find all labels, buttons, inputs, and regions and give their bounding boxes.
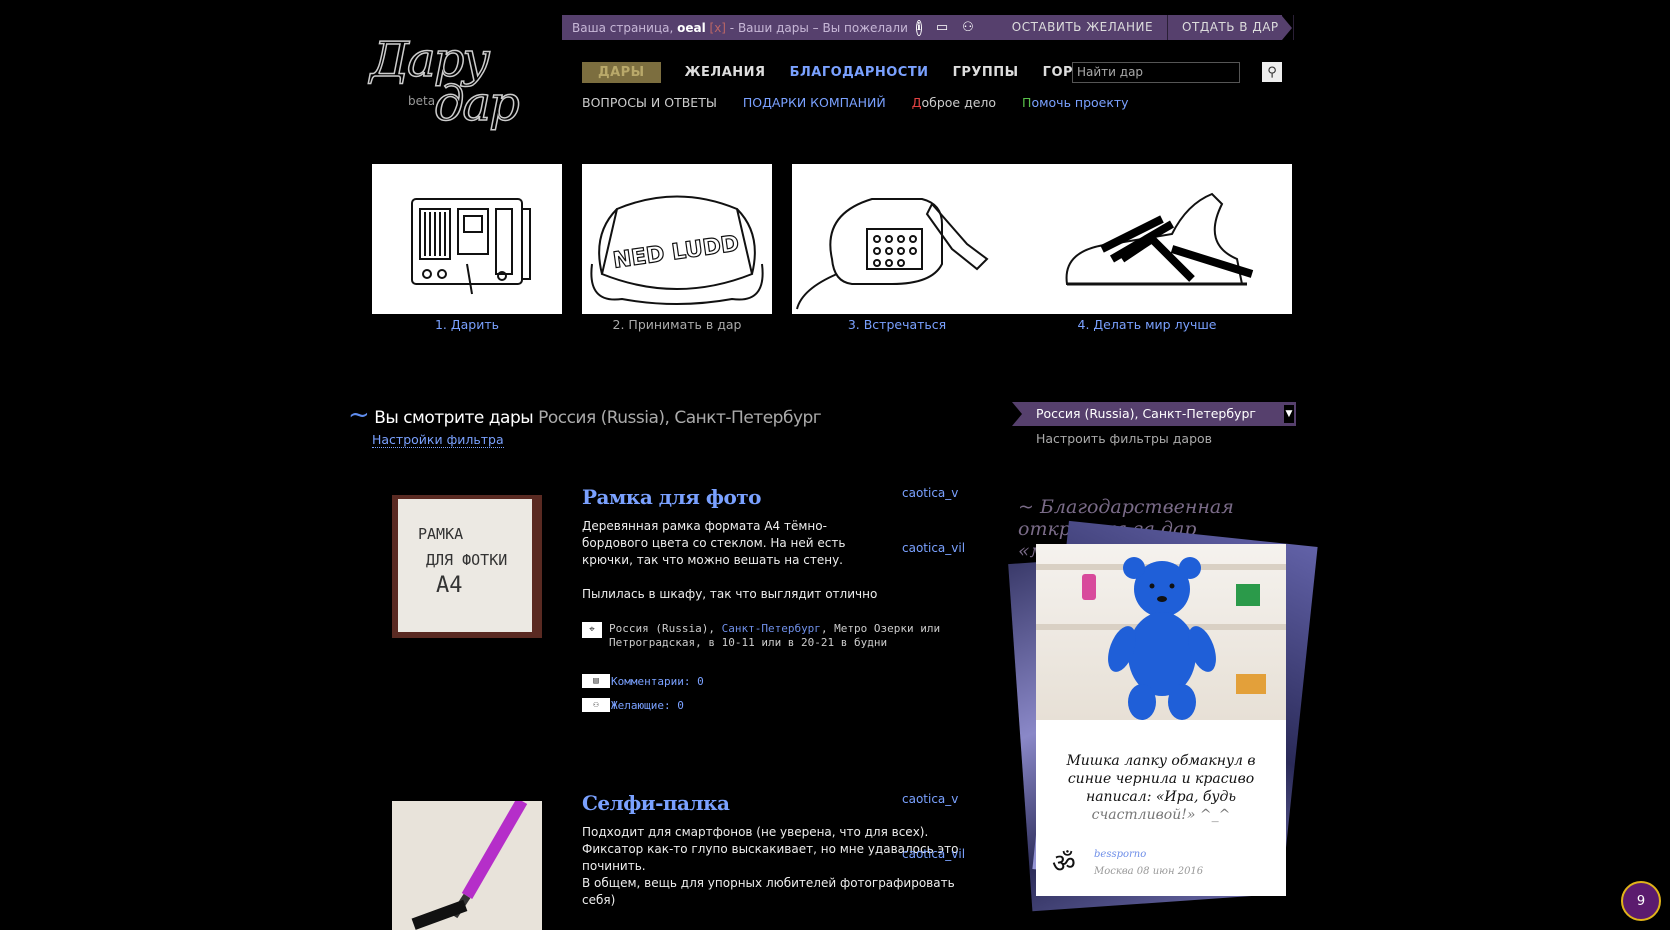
help-rest: омочь проекту bbox=[1031, 95, 1129, 110]
step-bag-image[interactable]: NED LUDD bbox=[582, 164, 772, 314]
logout-link[interactable]: [x] bbox=[710, 21, 726, 35]
friends-icon[interactable]: ⚇ bbox=[962, 20, 974, 36]
location-country: Россия (Russia) bbox=[609, 622, 709, 635]
photo-handwriting: РАМКА ДЛЯ ФОТКИ А4 bbox=[398, 499, 532, 599]
region-selected: Россия (Russia), Санкт-Петербург bbox=[1036, 406, 1256, 421]
om-symbol-icon: ॐ bbox=[1052, 849, 1076, 879]
step-radio-image[interactable] bbox=[372, 164, 562, 314]
gift-wishers[interactable]: ⚇ Желающие: 0 bbox=[582, 698, 684, 712]
card-message-faint: счастливой!» ^_^ bbox=[1091, 807, 1231, 823]
region-notch bbox=[1012, 402, 1022, 426]
secondary-nav: ВОПРОСЫ И ОТВЕТЫ ПОДАРКИ КОМПАНИЙ Доброе… bbox=[582, 95, 1155, 110]
bar-arrow bbox=[1282, 16, 1292, 40]
info-icon[interactable]: i bbox=[916, 19, 922, 36]
gift-comments[interactable]: ▤ Комментарии: 0 bbox=[582, 674, 704, 688]
photo-line-2: ДЛЯ ФОТКИ bbox=[426, 551, 508, 569]
username-link[interactable]: oeal bbox=[677, 21, 706, 35]
card-message-main: Мишка лапку обмакнул в синие чернила и к… bbox=[1066, 753, 1256, 805]
region-select[interactable]: Россия (Russia), Санкт-Петербург ▼ bbox=[1012, 402, 1296, 426]
logo-line2: дар bbox=[433, 75, 520, 133]
user-gift-links[interactable]: - Ваши дары – Вы пожелали bbox=[726, 21, 908, 35]
gift-user-link[interactable]: caotica_vil bbox=[902, 541, 965, 555]
user-prefix: Ваша страница, bbox=[572, 20, 678, 35]
gift-title[interactable]: Селфи-палка bbox=[582, 791, 730, 815]
heading-location: Россия (Russia), Санкт-Петербург bbox=[538, 408, 822, 428]
bear-photo bbox=[1036, 544, 1286, 720]
nav-thanks[interactable]: БЛАГОДАРНОСТИ bbox=[790, 65, 929, 80]
gift-photo[interactable]: РАМКА ДЛЯ ФОТКИ А4 bbox=[392, 495, 542, 638]
gift-location-text: Россия (Russia), Санкт-Петербург, Метро … bbox=[609, 622, 941, 649]
gift-user-link[interactable]: caotica_v bbox=[902, 486, 958, 500]
nav-gifts[interactable]: ДАРЫ bbox=[582, 62, 661, 83]
gift-user-link[interactable]: caotica_v bbox=[902, 792, 958, 806]
location-city-link[interactable]: Санкт-Петербург bbox=[722, 622, 821, 635]
messages-icon[interactable]: ▭ bbox=[936, 20, 948, 36]
people-icon: ⚇ bbox=[582, 698, 610, 712]
gift-photo[interactable] bbox=[392, 801, 542, 930]
nav-good-deed[interactable]: Доброе дело bbox=[912, 95, 996, 110]
photo-line-1: РАМКА bbox=[418, 525, 464, 543]
card-message: Мишка лапку обмакнул в синие чернила и к… bbox=[1056, 752, 1266, 824]
comment-icon: ▤ bbox=[582, 674, 610, 688]
user-links: Ваша страница, oeal [x] - Ваши дары – Вы… bbox=[562, 20, 908, 35]
bag-print-text: NED LUDD bbox=[611, 231, 740, 273]
notification-badge[interactable]: 9 bbox=[1621, 881, 1661, 921]
step-2-label[interactable]: 2. Принимать в дар bbox=[582, 317, 772, 332]
good-deed-rest: оброе дело bbox=[921, 95, 997, 110]
thanks-card[interactable]: Мишка лапку обмакнул в синие чернила и к… bbox=[1036, 544, 1286, 896]
search-icon[interactable]: ⚲ bbox=[1262, 62, 1282, 82]
gift-description: Подходит для смартфонов (не уверена, что… bbox=[582, 825, 959, 907]
tilde-icon: ~ bbox=[348, 400, 370, 430]
give-gift-button[interactable]: ОТДАТЬ В ДАР bbox=[1168, 15, 1294, 40]
gift-description: Деревянная рамка формата А4 тёмно-бордов… bbox=[582, 519, 878, 601]
leave-wish-button[interactable]: ОСТАВИТЬ ЖЕЛАНИЕ bbox=[998, 15, 1169, 40]
step-4-link[interactable]: 4. Делать мир лучше bbox=[1042, 317, 1252, 332]
filter-settings-link[interactable]: Настройки фильтра bbox=[372, 432, 504, 448]
main-nav: ДАРЫ ЖЕЛАНИЯ БЛАГОДАРНОСТИ ГРУППЫ ГОРОДА bbox=[582, 62, 1131, 83]
wishers-count: Желающие: 0 bbox=[611, 698, 684, 712]
nav-groups[interactable]: ГРУППЫ bbox=[953, 65, 1019, 80]
card-user-link[interactable]: bessporno bbox=[1094, 849, 1146, 860]
gift-title[interactable]: Рамка для фото bbox=[582, 485, 762, 509]
nav-companies[interactable]: ПОДАРКИ КОМПАНИЙ bbox=[743, 95, 886, 110]
step-1-link[interactable]: 1. Дарить bbox=[372, 317, 562, 332]
page-heading: ~ Вы смотрите дары Россия (Russia), Санк… bbox=[348, 400, 822, 430]
nav-faq[interactable]: ВОПРОСЫ И ОТВЕТЫ bbox=[582, 95, 717, 110]
gift-user-link[interactable]: caotica_vil bbox=[902, 847, 965, 861]
map-icon: ⌖ bbox=[582, 622, 602, 638]
nav-wishes[interactable]: ЖЕЛАНИЯ bbox=[685, 65, 766, 80]
region-filter-link[interactable]: Настроить фильтры даров bbox=[1036, 431, 1212, 446]
site-logo[interactable]: Дару дар beta bbox=[369, 31, 545, 133]
search-input[interactable]: Найти дар bbox=[1072, 62, 1240, 83]
card-meta: Москва 08 июн 2016 bbox=[1094, 866, 1204, 877]
step-phone-shoe-image[interactable] bbox=[792, 164, 1292, 314]
good-deed-initial: Д bbox=[911, 95, 922, 110]
nav-help[interactable]: Помочь проекту bbox=[1022, 95, 1129, 110]
beta-label: beta bbox=[408, 94, 436, 108]
photo-line-3: А4 bbox=[436, 573, 463, 598]
chevron-down-icon[interactable]: ▼ bbox=[1284, 405, 1294, 423]
user-bar: Ваша страница, oeal [x] - Ваши дары – Вы… bbox=[562, 15, 1294, 40]
comments-count: Комментарии: 0 bbox=[611, 674, 704, 688]
gift-location: ⌖ Россия (Russia), Санкт-Петербург, Метр… bbox=[582, 622, 942, 650]
photo-frame-paper: РАМКА ДЛЯ ФОТКИ А4 bbox=[398, 499, 532, 632]
step-3-link[interactable]: 3. Встречаться bbox=[792, 317, 1002, 332]
heading-prefix: Вы смотрите дары bbox=[374, 408, 534, 428]
